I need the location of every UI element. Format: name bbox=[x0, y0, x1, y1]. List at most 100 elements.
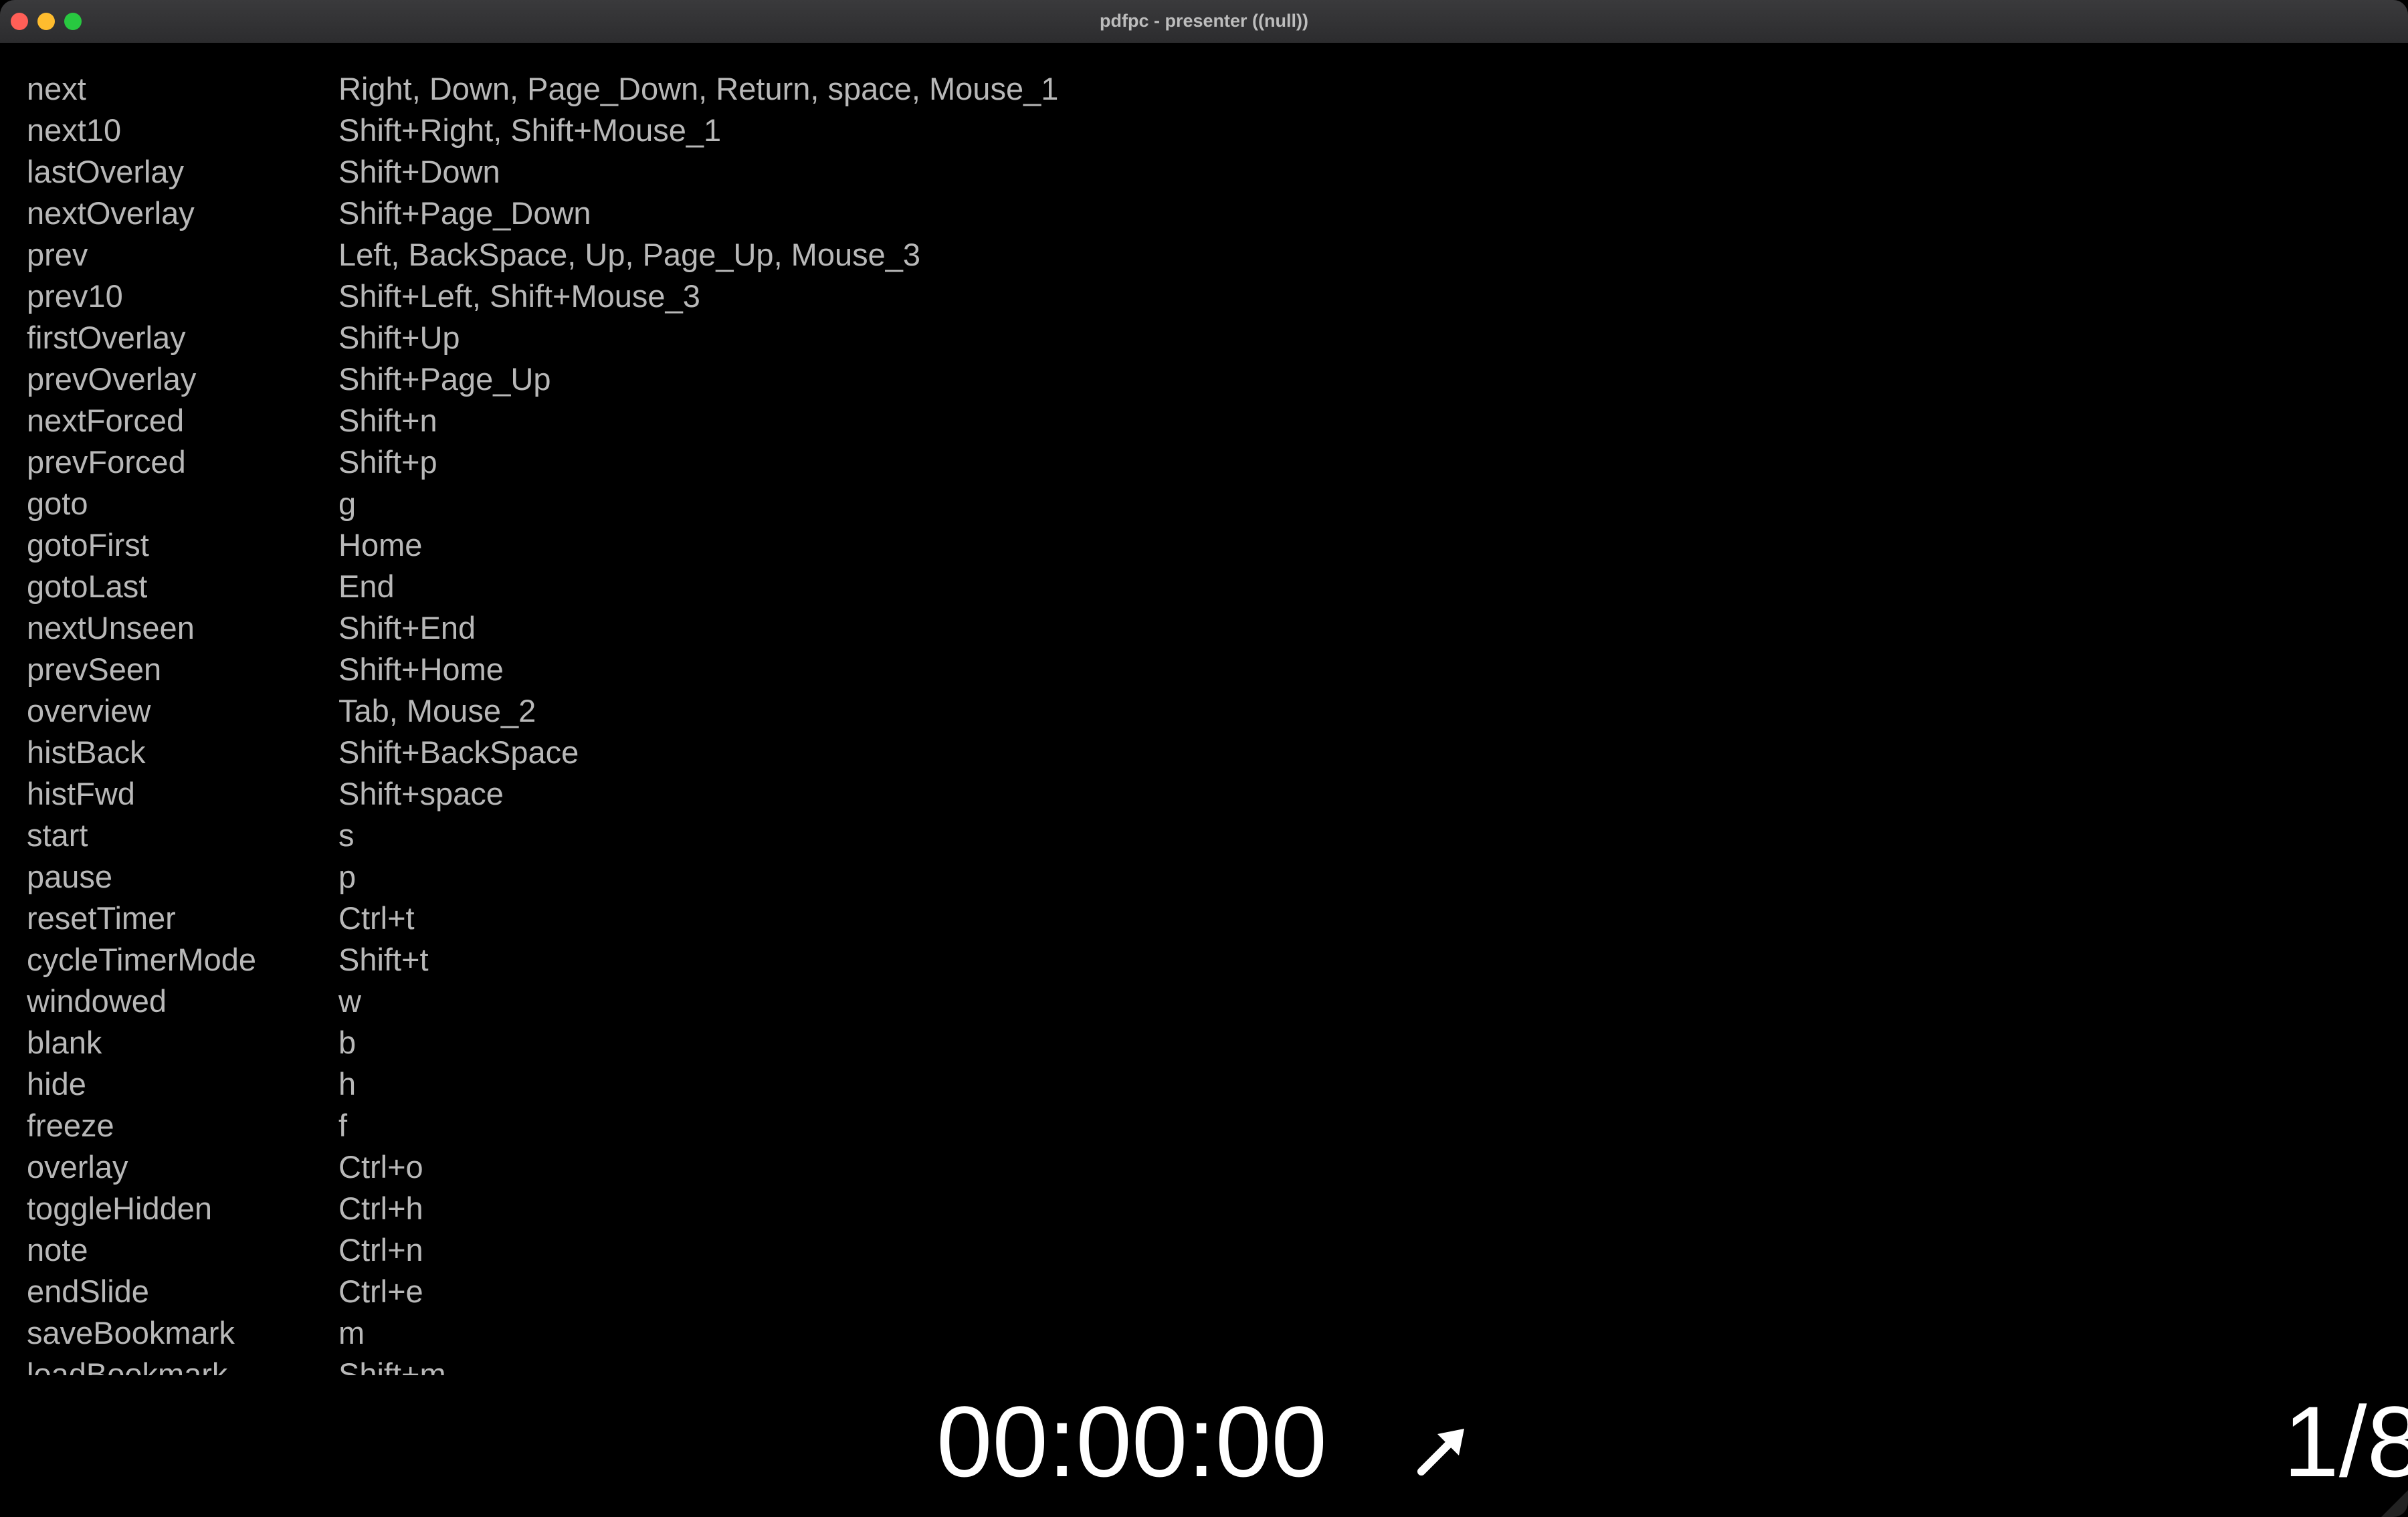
shortcut-row: cycleTimerMode Shift+t bbox=[27, 939, 2368, 981]
shortcut-keys: Shift+p bbox=[338, 444, 437, 480]
shortcut-action: next10 bbox=[27, 112, 122, 148]
shortcut-action: next bbox=[27, 71, 86, 106]
shortcut-action: resetTimer bbox=[27, 900, 176, 936]
shortcut-action: prevSeen bbox=[27, 651, 162, 687]
shortcut-action: gotoLast bbox=[27, 569, 148, 604]
shortcut-keys: Ctrl+h bbox=[338, 1191, 423, 1226]
shortcut-row: prevSeen Shift+Home bbox=[27, 649, 2368, 690]
shortcut-action: windowed bbox=[27, 983, 167, 1019]
shortcut-keys: Shift+n bbox=[338, 403, 437, 438]
presenter-content: next Right, Down, Page_Down, Return, spac… bbox=[0, 43, 2408, 1517]
shortcut-row: prevForced Shift+p bbox=[27, 441, 2368, 483]
shortcut-action: histBack bbox=[27, 734, 146, 770]
shortcut-row: resetTimer Ctrl+t bbox=[27, 898, 2368, 939]
shortcut-keys: Shift+BackSpace bbox=[338, 734, 579, 770]
shortcut-row: next Right, Down, Page_Down, Return, spac… bbox=[27, 68, 2368, 110]
shortcut-keys: Shift+Left, Shift+Mouse_3 bbox=[338, 278, 700, 314]
shortcut-action: firstOverlay bbox=[27, 320, 186, 355]
shortcut-action: endSlide bbox=[27, 1274, 149, 1309]
shortcut-row: nextOverlay Shift+Page_Down bbox=[27, 193, 2368, 234]
shortcut-keys: f bbox=[338, 1108, 348, 1143]
shortcut-row: histBack Shift+BackSpace bbox=[27, 732, 2368, 773]
shortcut-list[interactable]: next Right, Down, Page_Down, Return, spac… bbox=[27, 68, 2368, 1375]
shortcut-keys: Shift+m bbox=[338, 1356, 446, 1375]
shortcut-row: prev10 Shift+Left, Shift+Mouse_3 bbox=[27, 276, 2368, 317]
shortcut-keys: Shift+Page_Down bbox=[338, 195, 591, 231]
shortcut-keys: b bbox=[338, 1025, 357, 1060]
shortcut-keys: End bbox=[338, 569, 395, 604]
shortcut-keys: Shift+End bbox=[338, 610, 476, 645]
shortcut-row: histFwd Shift+space bbox=[27, 773, 2368, 815]
shortcut-action: nextUnseen bbox=[27, 610, 195, 645]
shortcut-keys: Shift+Home bbox=[338, 651, 504, 687]
shortcut-keys: Shift+Right, Shift+Mouse_1 bbox=[338, 112, 722, 148]
shortcut-row: overview Tab, Mouse_2 bbox=[27, 690, 2368, 732]
shortcut-keys: Ctrl+o bbox=[338, 1149, 423, 1185]
shortcut-keys: m bbox=[338, 1315, 365, 1350]
shortcut-row: windowed w bbox=[27, 981, 2368, 1022]
shortcut-action: blank bbox=[27, 1025, 102, 1060]
shortcut-row: lastOverlay Shift+Down bbox=[27, 151, 2368, 193]
shortcut-row: prevOverlay Shift+Page_Up bbox=[27, 359, 2368, 400]
shortcut-action: nextForced bbox=[27, 403, 185, 438]
shortcut-action: prevForced bbox=[27, 444, 186, 480]
shortcut-keys: Shift+Page_Up bbox=[338, 361, 551, 397]
shortcut-action: prev10 bbox=[27, 278, 123, 314]
shortcut-keys: Shift+space bbox=[338, 776, 504, 811]
shortcut-action: pause bbox=[27, 859, 113, 894]
shortcut-action: hide bbox=[27, 1066, 86, 1102]
shortcut-action: start bbox=[27, 817, 88, 853]
shortcut-row: note Ctrl+n bbox=[27, 1229, 2368, 1271]
shortcut-row: loadBookmark Shift+m bbox=[27, 1354, 2368, 1375]
shortcut-action: cycleTimerMode bbox=[27, 942, 256, 977]
shortcut-keys: Left, BackSpace, Up, Page_Up, Mouse_3 bbox=[338, 237, 921, 272]
shortcut-keys: Ctrl+t bbox=[338, 900, 415, 936]
shortcut-action: goto bbox=[27, 486, 88, 521]
shortcut-row: saveBookmark m bbox=[27, 1312, 2368, 1354]
shortcut-action: loadBookmark bbox=[27, 1356, 228, 1375]
shortcut-row: nextUnseen Shift+End bbox=[27, 607, 2368, 649]
shortcut-keys: s bbox=[338, 817, 355, 853]
shortcut-row: next10 Shift+Right, Shift+Mouse_1 bbox=[27, 110, 2368, 151]
shortcut-action: note bbox=[27, 1232, 88, 1268]
shortcut-keys: Ctrl+e bbox=[338, 1274, 423, 1309]
shortcut-row: blank b bbox=[27, 1022, 2368, 1064]
shortcut-keys: g bbox=[338, 486, 357, 521]
shortcut-action: lastOverlay bbox=[27, 154, 185, 189]
shortcut-keys: Tab, Mouse_2 bbox=[338, 693, 536, 728]
shortcut-row: freeze f bbox=[27, 1105, 2368, 1146]
shortcut-keys: Ctrl+n bbox=[338, 1232, 423, 1268]
shortcut-action: gotoFirst bbox=[27, 527, 149, 563]
shortcut-row: overlay Ctrl+o bbox=[27, 1146, 2368, 1188]
shortcut-action: overview bbox=[27, 693, 151, 728]
shortcut-keys: h bbox=[338, 1066, 357, 1102]
shortcut-keys: w bbox=[338, 983, 361, 1019]
shortcut-action: overlay bbox=[27, 1149, 128, 1185]
shortcut-row: start s bbox=[27, 815, 2368, 856]
presenter-window: pdfpc - presenter ((null)) next Right, Do… bbox=[0, 0, 2408, 1517]
shortcut-row: endSlide Ctrl+e bbox=[27, 1271, 2368, 1312]
shortcut-keys: Shift+Down bbox=[338, 154, 500, 189]
presentation-timer: 00:00:00 bbox=[936, 1385, 1327, 1498]
shortcut-keys: Right, Down, Page_Down, Return, space, M… bbox=[338, 71, 1059, 106]
resize-handle-icon[interactable] bbox=[2381, 1490, 2408, 1517]
shortcut-action: prevOverlay bbox=[27, 361, 197, 397]
shortcut-row: gotoLast End bbox=[27, 566, 2368, 607]
slide-counter: 1/8 bbox=[2283, 1385, 2408, 1498]
shortcut-row: nextForced Shift+n bbox=[27, 400, 2368, 441]
shortcut-row: firstOverlay Shift+Up bbox=[27, 317, 2368, 359]
shortcut-keys: p bbox=[338, 859, 357, 894]
shortcut-keys: Shift+Up bbox=[338, 320, 460, 355]
shortcut-action: freeze bbox=[27, 1108, 114, 1143]
shortcut-row: goto g bbox=[27, 483, 2368, 524]
shortcut-action: prev bbox=[27, 237, 88, 272]
shortcut-action: nextOverlay bbox=[27, 195, 195, 231]
shortcut-row: pause p bbox=[27, 856, 2368, 898]
shortcut-action: toggleHidden bbox=[27, 1191, 212, 1226]
shortcut-row: gotoFirst Home bbox=[27, 524, 2368, 566]
shortcut-row: toggleHidden Ctrl+h bbox=[27, 1188, 2368, 1229]
arrow-up-right-icon bbox=[1417, 1429, 1464, 1476]
window-title: pdfpc - presenter ((null)) bbox=[1100, 11, 1308, 31]
title-bar[interactable]: pdfpc - presenter ((null)) bbox=[0, 0, 2408, 44]
shortcut-keys: Shift+t bbox=[338, 942, 429, 977]
